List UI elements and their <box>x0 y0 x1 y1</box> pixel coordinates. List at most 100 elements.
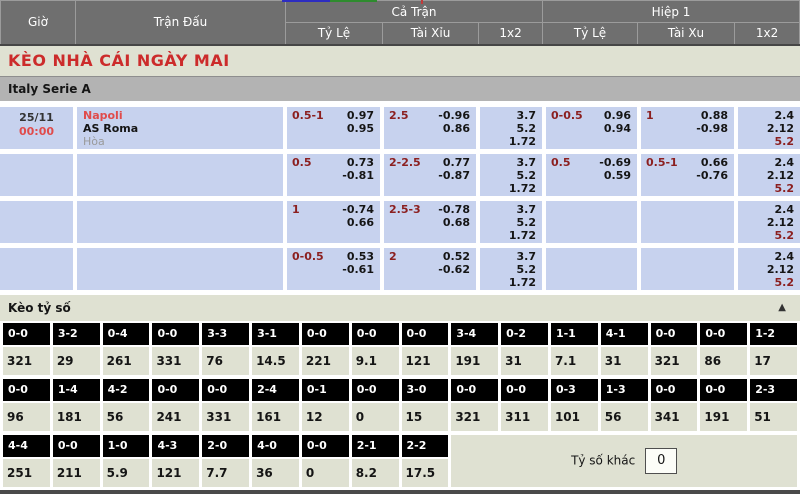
odds-value[interactable]: -0.78 <box>438 203 470 216</box>
odds-value[interactable]: 0.52 <box>443 250 470 263</box>
odds-value[interactable]: 0.95 <box>347 122 374 135</box>
score-cell[interactable]: 0-0 <box>3 323 50 345</box>
h1-handicap-cell[interactable]: 0.5-0.69 0.59 <box>546 154 637 196</box>
odds-value[interactable]: -0.74 <box>342 203 374 216</box>
ft-overunder-cell[interactable]: 20.52 -0.62 <box>384 248 476 290</box>
score-odds-value[interactable]: 181 <box>53 403 100 431</box>
ft-handicap-cell[interactable]: 0.50.73 -0.81 <box>287 154 380 196</box>
odds-value[interactable]: 5.2 <box>480 122 542 135</box>
odds-value[interactable]: 0.94 <box>604 122 631 135</box>
score-odds-value[interactable]: 121 <box>402 347 449 375</box>
score-odds-value[interactable]: 101 <box>551 403 598 431</box>
score-odds-value[interactable]: 341 <box>651 403 698 431</box>
score-odds-value[interactable]: 96 <box>3 403 50 431</box>
h1-1x2-cell[interactable]: 2.4 2.12 5.2 <box>738 248 800 290</box>
other-score-input[interactable] <box>645 448 677 474</box>
odds-value[interactable]: -0.96 <box>438 109 470 122</box>
score-odds-value[interactable]: 29 <box>53 347 100 375</box>
score-cell[interactable]: 2-4 <box>252 379 299 401</box>
odds-value[interactable]: 0.68 <box>443 216 470 229</box>
score-odds-value[interactable]: 5.9 <box>103 459 150 487</box>
odds-value[interactable]: -0.81 <box>342 169 374 182</box>
ft-handicap-cell[interactable]: 1-0.74 0.66 <box>287 201 380 243</box>
score-cell[interactable]: 0-0 <box>402 323 449 345</box>
h1-1x2-cell[interactable]: 2.4 2.12 5.2 <box>738 107 800 149</box>
score-odds-value[interactable]: 51 <box>750 403 797 431</box>
score-odds-value[interactable]: 331 <box>202 403 249 431</box>
score-cell[interactable]: 2-2 <box>402 435 449 457</box>
score-odds-value[interactable]: 9.1 <box>352 347 399 375</box>
ft-1x2-cell[interactable]: 3.7 5.2 1.72 <box>480 201 542 243</box>
odds-value[interactable]: 2.12 <box>738 263 800 276</box>
score-cell[interactable]: 3-2 <box>53 323 100 345</box>
score-cell[interactable]: 2-1 <box>352 435 399 457</box>
score-odds-value[interactable]: 331 <box>152 347 199 375</box>
ft-handicap-cell[interactable]: 0-0.50.53 -0.61 <box>287 248 380 290</box>
odds-value[interactable]: 5.2 <box>738 229 800 242</box>
ft-overunder-cell[interactable]: 2.5-0.96 0.86 <box>384 107 476 149</box>
odds-value[interactable]: 5.2 <box>480 169 542 182</box>
odds-value[interactable]: 0.86 <box>443 122 470 135</box>
score-odds-value[interactable]: 31 <box>501 347 548 375</box>
score-odds-value[interactable]: 0 <box>352 403 399 431</box>
odds-value[interactable]: 0.59 <box>604 169 631 182</box>
score-cell[interactable]: 4-3 <box>152 435 199 457</box>
score-odds-value[interactable]: 211 <box>53 459 100 487</box>
score-odds-value[interactable]: 241 <box>152 403 199 431</box>
odds-value[interactable]: 2.12 <box>738 169 800 182</box>
ft-overunder-cell[interactable]: 2.5-3-0.78 0.68 <box>384 201 476 243</box>
odds-value[interactable]: -0.61 <box>342 263 374 276</box>
odds-value[interactable]: 5.2 <box>480 216 542 229</box>
odds-value[interactable]: 3.7 <box>480 109 542 122</box>
score-cell[interactable]: 0-0 <box>302 435 349 457</box>
odds-value[interactable]: 3.7 <box>480 203 542 216</box>
odds-value[interactable]: -0.69 <box>599 156 631 169</box>
odds-value[interactable]: -0.87 <box>438 169 470 182</box>
score-cell[interactable]: 2-3 <box>750 379 797 401</box>
h1-handicap-cell[interactable]: 0-0.50.96 0.94 <box>546 107 637 149</box>
score-cell[interactable]: 0-0 <box>53 435 100 457</box>
score-cell[interactable]: 0-0 <box>651 323 698 345</box>
score-cell[interactable]: 1-0 <box>103 435 150 457</box>
score-cell[interactable]: 1-3 <box>601 379 648 401</box>
odds-value[interactable]: 5.2 <box>738 135 800 148</box>
score-cell[interactable]: 4-2 <box>103 379 150 401</box>
score-cell[interactable]: 0-0 <box>152 323 199 345</box>
score-odds-value[interactable]: 8.2 <box>352 459 399 487</box>
odds-value[interactable]: 0.96 <box>604 109 631 122</box>
score-cell[interactable]: 0-0 <box>501 379 548 401</box>
score-cell[interactable]: 0-0 <box>700 379 747 401</box>
score-odds-value[interactable]: 17 <box>750 347 797 375</box>
score-cell[interactable]: 0-0 <box>451 379 498 401</box>
odds-value[interactable]: 0.66 <box>701 156 728 169</box>
score-odds-value[interactable]: 321 <box>3 347 50 375</box>
odds-value[interactable]: 2.4 <box>738 203 800 216</box>
score-odds-value[interactable]: 311 <box>501 403 548 431</box>
odds-value[interactable]: 2.12 <box>738 216 800 229</box>
score-cell[interactable]: 1-1 <box>551 323 598 345</box>
score-odds-value[interactable]: 251 <box>3 459 50 487</box>
score-cell[interactable]: 0-0 <box>152 379 199 401</box>
score-cell[interactable]: 3-3 <box>202 323 249 345</box>
h1-1x2-cell[interactable]: 2.4 2.12 5.2 <box>738 201 800 243</box>
score-odds-value[interactable]: 56 <box>601 403 648 431</box>
odds-value[interactable]: 5.2 <box>480 263 542 276</box>
score-cell[interactable]: 4-4 <box>3 435 50 457</box>
ft-handicap-cell[interactable]: 0.5-10.97 0.95 <box>287 107 380 149</box>
ft-1x2-cell[interactable]: 3.7 5.2 1.72 <box>480 248 542 290</box>
score-cell[interactable]: 4-0 <box>252 435 299 457</box>
score-odds-value[interactable]: 76 <box>202 347 249 375</box>
score-cell[interactable]: 0-0 <box>302 323 349 345</box>
score-cell[interactable]: 3-4 <box>451 323 498 345</box>
score-odds-value[interactable]: 86 <box>700 347 747 375</box>
ft-1x2-cell[interactable]: 3.7 5.2 1.72 <box>480 154 542 196</box>
score-odds-value[interactable]: 14.5 <box>252 347 299 375</box>
score-cell[interactable]: 0-1 <box>302 379 349 401</box>
odds-value[interactable]: 1.72 <box>480 276 542 289</box>
odds-value[interactable]: 3.7 <box>480 250 542 263</box>
score-cell[interactable]: 0-0 <box>700 323 747 345</box>
score-cell[interactable]: 1-2 <box>750 323 797 345</box>
score-cell[interactable]: 0-0 <box>3 379 50 401</box>
odds-value[interactable]: 2.4 <box>738 156 800 169</box>
score-cell[interactable]: 0-4 <box>103 323 150 345</box>
